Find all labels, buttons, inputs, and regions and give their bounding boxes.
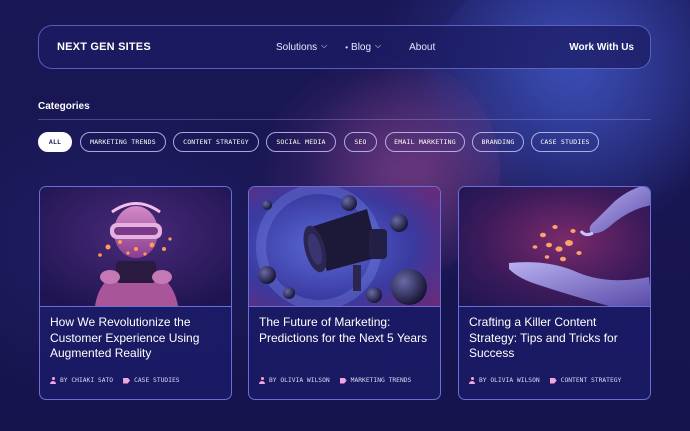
vr-headset-illustration[interactable]	[40, 187, 231, 306]
active-dot-icon: •	[345, 42, 349, 52]
tag-icon	[339, 377, 347, 384]
chevron-down-icon: ⌵	[321, 41, 328, 50]
post-meta: BY OLIVIA WILSON MARKETING TRENDS	[259, 377, 411, 384]
post-title[interactable]: The Future of Marketing: Predictions for…	[259, 315, 432, 346]
chip-content-strategy[interactable]: CONTENT STRATEGY	[173, 132, 259, 152]
chip-social-media[interactable]: SOCIAL MEDIA	[266, 132, 336, 152]
categories-divider	[38, 119, 651, 120]
user-icon	[469, 377, 475, 384]
card-divider	[459, 306, 650, 307]
nav-about[interactable]: About	[409, 42, 435, 53]
post-meta: BY OLIVIA WILSON CONTENT STRATEGY	[469, 377, 621, 384]
chip-branding[interactable]: BRANDING	[472, 132, 524, 152]
post-title[interactable]: How We Revolutionize the Customer Experi…	[50, 315, 223, 362]
nav-about-label: About	[409, 41, 436, 53]
post-category[interactable]: CONTENT STRATEGY	[561, 377, 622, 384]
post-author: BY OLIVIA WILSON	[269, 377, 330, 384]
post-author: BY CHIAKI SATO	[60, 377, 114, 384]
nav-solutions-label: Solutions	[276, 41, 318, 53]
user-icon	[259, 377, 265, 384]
chip-email-marketing[interactable]: EMAIL MARKETING	[385, 132, 465, 152]
nav-blog[interactable]: • Blog ⌵	[345, 41, 382, 53]
megaphone-illustration[interactable]	[249, 187, 440, 306]
post-category[interactable]: CASE STUDIES	[134, 377, 180, 384]
tag-icon	[123, 377, 131, 384]
nav-links: Solutions ⌵ • Blog ⌵ About	[276, 41, 435, 53]
user-icon	[50, 377, 56, 384]
post-category[interactable]: MARKETING TRENDS	[351, 377, 412, 384]
post-meta: BY CHIAKI SATO CASE STUDIES	[50, 377, 180, 384]
chip-marketing-trends[interactable]: MARKETING TRENDS	[80, 132, 166, 152]
brand-logo[interactable]: NEXT GEN SITES	[57, 41, 151, 53]
hands-coins-illustration[interactable]	[459, 187, 650, 306]
nav-blog-label: Blog	[351, 41, 372, 53]
top-navigation-bar: NEXT GEN SITES Solutions ⌵ • Blog ⌵ Abou…	[38, 25, 651, 69]
card-divider	[249, 306, 440, 307]
categories-heading: Categories	[38, 101, 90, 112]
tag-icon	[549, 377, 557, 384]
work-with-us-link[interactable]: Work With Us	[569, 42, 634, 53]
nav-solutions[interactable]: Solutions ⌵	[276, 41, 328, 53]
blog-post-card[interactable]: Crafting a Killer Content Strategy: Tips…	[458, 186, 651, 400]
card-divider	[40, 306, 231, 307]
chip-seo[interactable]: SEO	[344, 132, 377, 152]
blog-post-card[interactable]: The Future of Marketing: Predictions for…	[248, 186, 441, 400]
chip-case-studies[interactable]: CASE STUDIES	[531, 132, 599, 152]
chip-all[interactable]: ALL	[38, 132, 72, 152]
chevron-down-icon: ⌵	[375, 41, 382, 50]
post-title[interactable]: Crafting a Killer Content Strategy: Tips…	[469, 315, 642, 362]
blog-post-card[interactable]: How We Revolutionize the Customer Experi…	[39, 186, 232, 400]
post-author: BY OLIVIA WILSON	[479, 377, 540, 384]
